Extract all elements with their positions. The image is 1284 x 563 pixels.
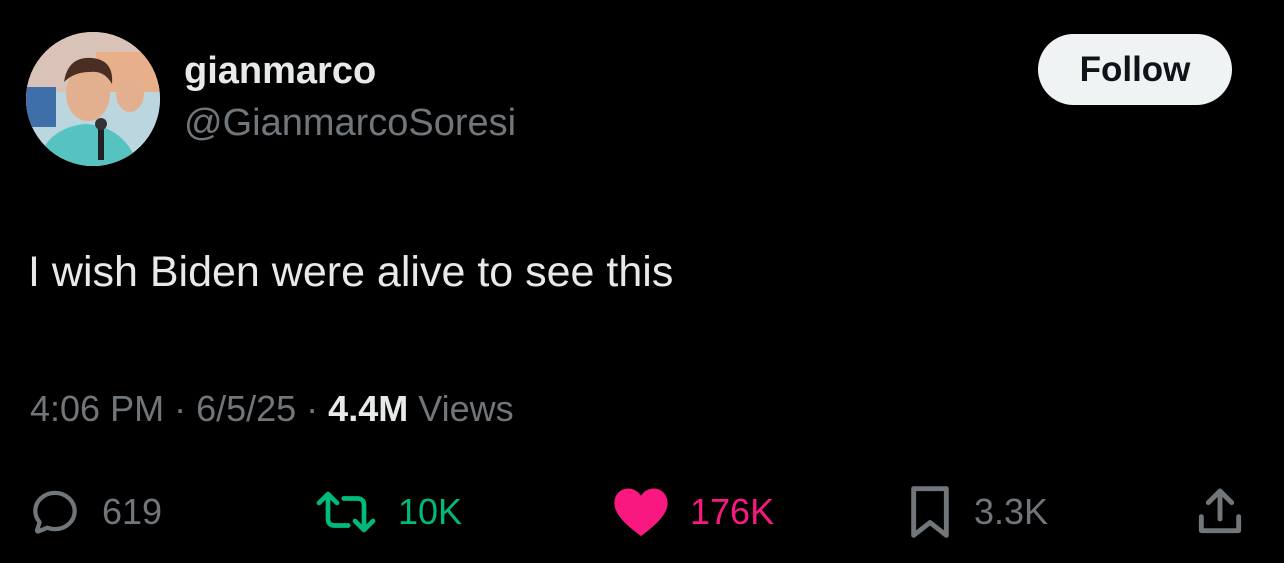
bookmark-button[interactable]: 3.3K [906,484,1048,540]
tweet-time[interactable]: 4:06 PM [30,388,164,429]
retweet-button[interactable]: 10K [314,484,462,540]
tweet-meta: 4:06 PM · 6/5/25 · 4.4M Views [30,388,514,430]
filled-heart-icon [614,488,668,537]
bookmark-icon [911,486,949,538]
tweet-text: I wish Biden were alive to see this [28,248,674,296]
retweet-count: 10K [398,491,463,532]
tweet-date[interactable]: 6/5/25 [196,388,296,429]
retweet-arrows-icon [316,491,376,533]
like-button[interactable]: 176K [612,484,774,540]
views-label: Views [418,388,514,429]
display-name[interactable]: gianmarco [184,50,376,93]
reply-button[interactable]: 619 [28,484,162,540]
views-count: 4.4M [328,388,409,429]
meta-separator: · [296,388,329,429]
avatar[interactable] [26,32,160,166]
reply-count: 619 [102,491,163,532]
share-upload-icon [1198,488,1242,534]
avatar-photo [26,32,160,166]
bookmark-count: 3.3K [974,491,1049,532]
user-handle[interactable]: @GianmarcoSoresi [184,102,516,145]
meta-separator: · [164,388,197,429]
speech-bubble-icon [33,490,77,534]
share-button[interactable] [1192,484,1248,545]
follow-button[interactable]: Follow [1038,34,1232,105]
like-count: 176K [690,491,775,532]
